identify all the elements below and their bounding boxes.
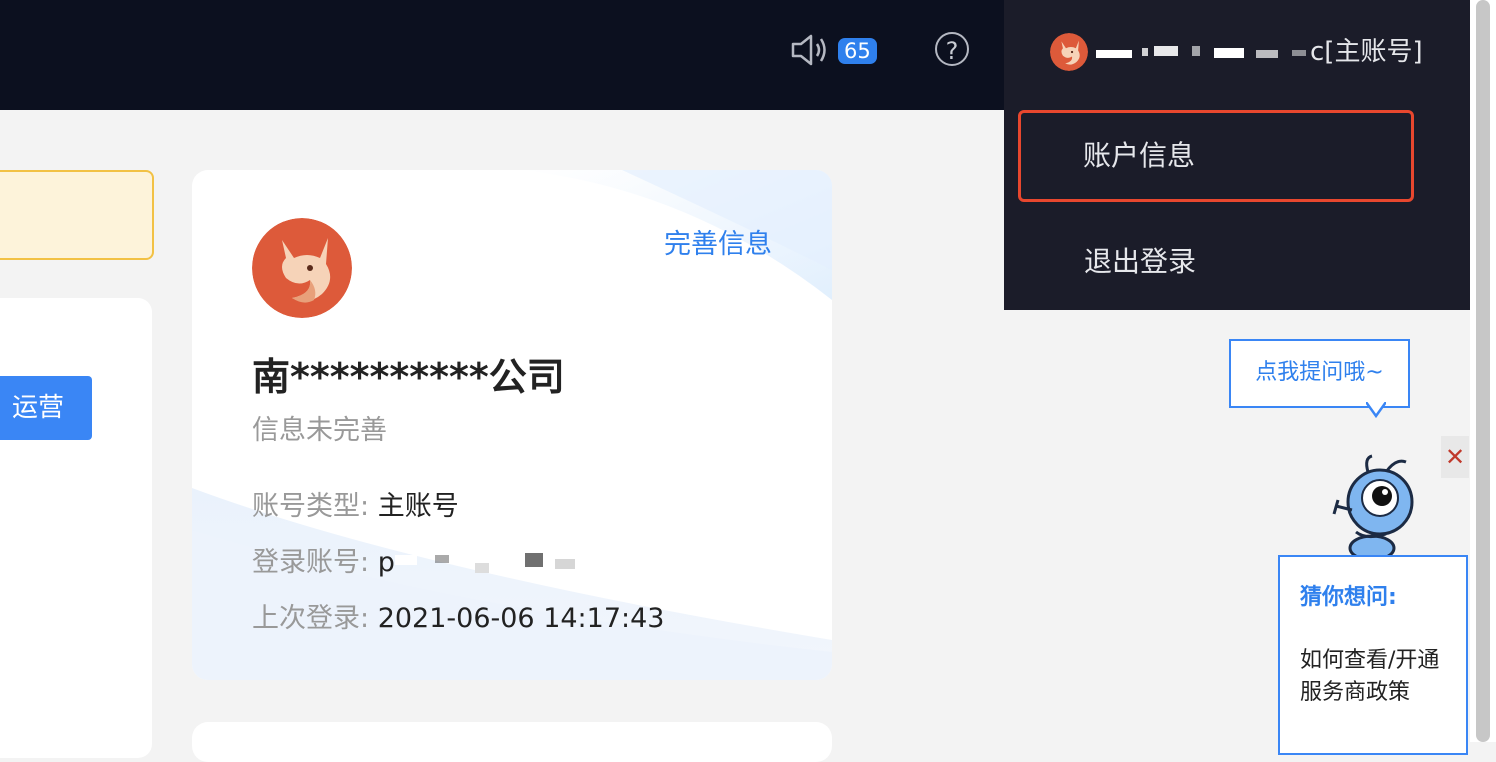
login-account-value: p [377,547,395,578]
guess-question-link[interactable]: 如何查看/开通服务商政策 [1300,645,1446,709]
secondary-card [192,722,832,762]
account-type-row: 账号类型: 主账号 [252,484,459,523]
ask-me-bubble[interactable]: 点我提问哦~ [1229,339,1410,408]
ant-mascot-icon[interactable] [1326,454,1422,558]
user-avatar[interactable] [1050,33,1088,71]
user-account-suffix: c[主账号] [1310,37,1423,67]
company-name: 南**********公司 [252,355,565,399]
info-status: 信息未完善 [252,415,387,446]
logout-menu-item[interactable]: 退出登录 [1018,216,1414,308]
left-card [0,298,152,758]
redacted-login-account [394,552,575,573]
company-avatar [252,218,352,318]
operation-button[interactable]: 运营 [0,376,92,440]
account-type-label: 账号类型: [252,491,370,522]
account-info-menu-item[interactable]: 账户信息 [1018,110,1414,202]
complete-info-link[interactable]: 完善信息 [664,222,772,261]
close-icon[interactable]: ✕ [1441,436,1469,478]
guess-title: 猜你想问: [1300,585,1397,610]
speaker-icon[interactable] [790,32,830,68]
last-login-label: 上次登录: [252,603,370,634]
notification-badge[interactable]: 65 [838,38,877,64]
user-account-label[interactable]: c[主账号] [1096,31,1423,68]
last-login-row: 上次登录: 2021-06-06 14:17:43 [252,596,664,635]
guess-panel: 猜你想问: 如何查看/开通服务商政策 [1278,555,1468,755]
help-icon[interactable]: ? [935,32,969,66]
login-account-label: 登录账号: [252,547,370,578]
redacted-username [1096,45,1306,58]
login-account-row: 登录账号: p [252,540,595,579]
scrollbar-thumb[interactable] [1476,0,1490,742]
last-login-value: 2021-06-06 14:17:43 [377,603,665,634]
profile-card: 完善信息 南**********公司 信息未完善 账号类型: 主账号 登录账号:… [192,170,832,680]
notice-banner [0,170,154,260]
account-type-value: 主账号 [377,491,459,522]
bubble-tail [1366,402,1386,419]
